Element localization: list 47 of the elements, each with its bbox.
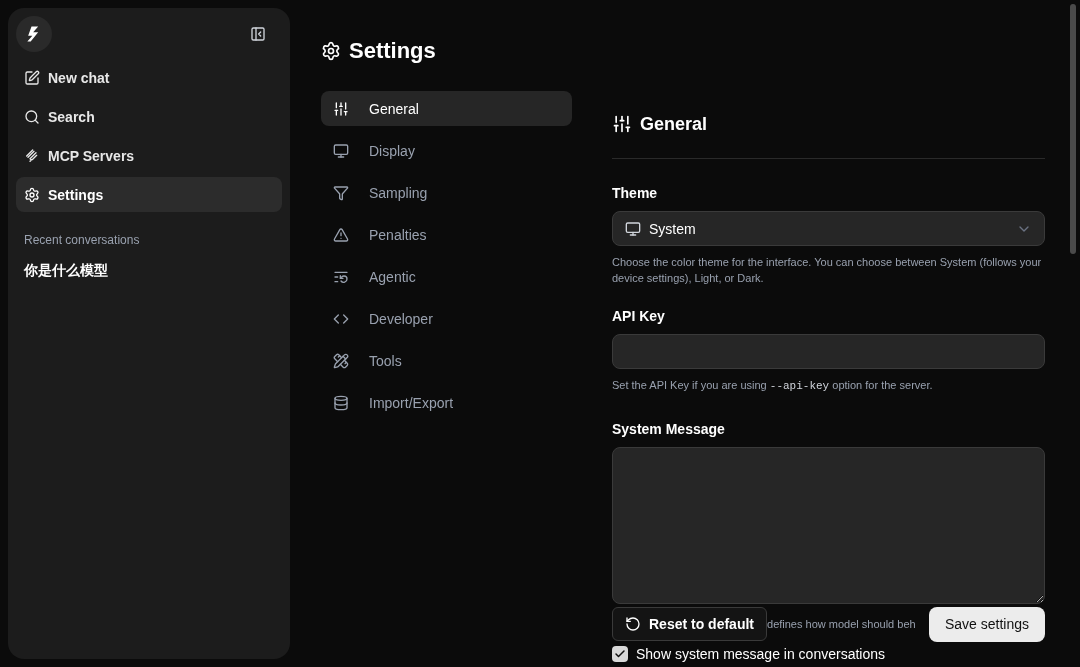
collapse-sidebar-icon[interactable]: [250, 26, 266, 42]
api-key-field[interactable]: [612, 334, 1045, 369]
field-label: Theme: [612, 184, 659, 203]
settings-tab[interactable]: Agentic: [321, 259, 572, 294]
settings-tab[interactable]: Tools: [321, 343, 572, 378]
check-icon: [614, 647, 626, 660]
warning-icon: [333, 226, 349, 243]
pen-square-icon: [24, 69, 40, 86]
section-heading: Recent conversations: [23, 232, 141, 248]
monitor-icon: [333, 142, 349, 159]
scrollbar[interactable]: [1070, 4, 1076, 254]
settings-tab[interactable]: Sampling: [321, 175, 572, 210]
checkbox-label: Show system message in conversations: [636, 644, 885, 664]
database-icon: [333, 394, 349, 411]
sidebar-item[interactable]: MCP Servers: [16, 138, 282, 173]
section-title: General: [640, 113, 708, 136]
mcp-icon: [24, 147, 40, 164]
logo-icon[interactable]: [16, 16, 52, 52]
reset-button[interactable]: Reset to default: [612, 607, 767, 641]
help-text: Set the API Key if you are using --api-key option for the server.: [612, 378, 934, 394]
settings-tab[interactable]: Display: [321, 133, 572, 168]
settings-tab[interactable]: Developer: [321, 301, 572, 336]
search-icon: [24, 108, 40, 125]
page-title: Settings: [349, 37, 436, 65]
settings-icon: [24, 186, 40, 203]
settings-tab[interactable]: Import/Export: [321, 385, 572, 420]
checkbox[interactable]: [612, 645, 628, 662]
theme-dropdown[interactable]: System: [612, 211, 1045, 246]
settings-tab[interactable]: General: [321, 91, 572, 126]
help-text: defines how model should beh: [767, 616, 917, 632]
save-button[interactable]: Save settings: [928, 606, 1045, 642]
reset-icon: [625, 616, 641, 632]
sidebar-item[interactable]: Search: [16, 99, 282, 134]
settings-icon: [321, 40, 341, 61]
help-text: Choose the color theme for the interface. You can choose between System (follows your device settings), Light, or Dark.: [612, 255, 1043, 286]
field-label: API Key: [612, 307, 666, 326]
sidebar-item[interactable]: Settings: [16, 177, 282, 212]
settings-tab[interactable]: Penalties: [321, 217, 572, 252]
system-message-field[interactable]: [612, 446, 1045, 604]
sliders-icon: [612, 114, 632, 134]
pencil-ruler-icon: [333, 352, 349, 369]
conversation-item[interactable]: 你是什么模型: [16, 260, 282, 280]
field-label: System Message: [612, 419, 726, 439]
funnel-icon: [333, 184, 349, 201]
sliders-icon: [333, 100, 349, 117]
monitor-icon: [625, 220, 641, 237]
sidebar-item[interactable]: New chat: [16, 60, 282, 95]
